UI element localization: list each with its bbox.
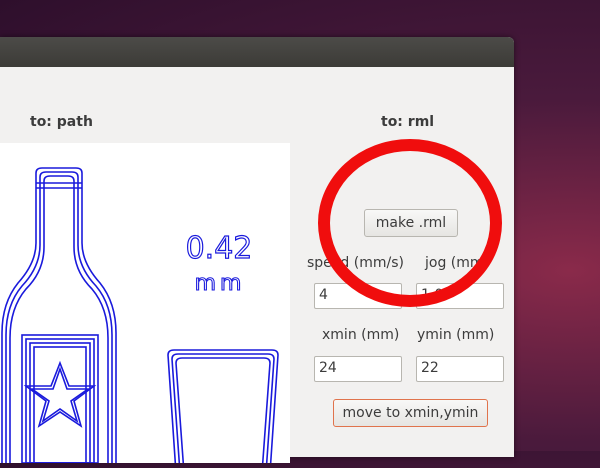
jog-input[interactable]: 1.0 [416, 283, 504, 309]
dimension-value-text: 0.42 [186, 231, 253, 266]
app-window: to: path to: rml 0.42 mm make .rml speed… [0, 37, 514, 468]
window-content: to: path to: rml 0.42 mm make .rml speed… [0, 67, 514, 468]
xmin-label: xmin (mm) [322, 327, 400, 343]
speed-input[interactable]: 4 [314, 283, 402, 309]
toolpath-drawing: 0.42 mm [1, 167, 279, 468]
toolpath-preview-canvas: 0.42 mm [0, 143, 290, 468]
ymin-label: ymin (mm) [417, 327, 495, 343]
speed-label: speed (mm/s) [307, 255, 404, 271]
bottle-toolpath [1, 167, 117, 468]
window-titlebar[interactable] [0, 37, 514, 67]
path-section-title: to: path [30, 114, 93, 130]
rml-section-title: to: rml [381, 114, 435, 130]
xmin-input[interactable]: 24 [314, 356, 402, 382]
glass-toolpath [167, 349, 279, 468]
bottle-label-toolpath [21, 334, 99, 464]
ymin-input[interactable]: 22 [416, 356, 504, 382]
jog-label: jog (mm) [425, 255, 489, 271]
dimension-unit-text: mm [195, 271, 246, 296]
make-rml-button[interactable]: make .rml [364, 209, 458, 237]
move-to-xmin-ymin-button[interactable]: move to xmin,ymin [333, 399, 488, 427]
